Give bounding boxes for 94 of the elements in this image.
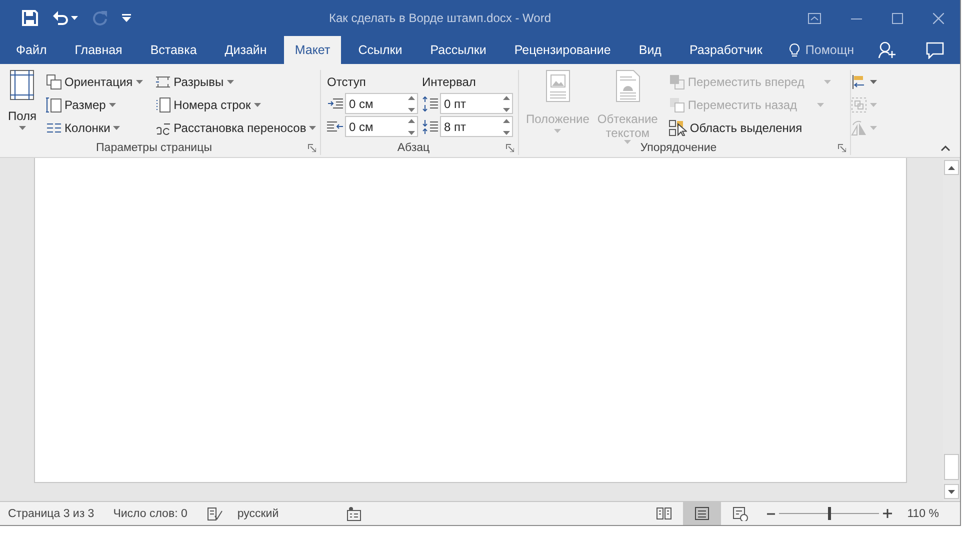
- ribbon-tab[interactable]: Разработчик: [678, 36, 774, 64]
- dialog-launcher-icon[interactable]: [506, 144, 514, 152]
- down-arrow-icon: [948, 490, 955, 494]
- ribbon-tab[interactable]: Вставка: [139, 36, 208, 64]
- spacing-field[interactable]: 0 пт: [440, 93, 513, 114]
- caret-icon: [254, 103, 261, 107]
- caret-icon: [309, 126, 316, 130]
- word-count[interactable]: Число слов: 0: [113, 508, 188, 520]
- macro-recording-icon[interactable]: [346, 506, 361, 520]
- up-arrow-icon: [948, 166, 955, 170]
- ribbon-tab[interactable]: Макет: [284, 36, 342, 64]
- caret-icon: [870, 126, 878, 130]
- tell-me-field[interactable]: Помощн: [783, 36, 860, 64]
- share-person-icon[interactable]: [878, 41, 896, 59]
- columns-button[interactable]: Колонки: [44, 118, 145, 138]
- print-layout-button[interactable]: [683, 502, 722, 525]
- ribbon-tab[interactable]: Ссылки: [347, 36, 414, 64]
- spin-arrows-icon[interactable]: [408, 96, 415, 112]
- ribbon-tab[interactable]: Файл: [5, 36, 58, 64]
- size-button[interactable]: Размер: [44, 95, 145, 115]
- indent-field[interactable]: 0 см: [345, 93, 418, 114]
- indent-field[interactable]: 0 см: [345, 116, 418, 137]
- rotate-icon: [851, 120, 868, 136]
- zoom-in-icon[interactable]: [883, 509, 892, 518]
- orientation-icon: [46, 74, 62, 90]
- web-page-icon: [732, 506, 748, 521]
- line-numbers-icon: [154, 97, 171, 113]
- ribbon-tab[interactable]: Рецензирование: [503, 36, 622, 64]
- ribbon-tab[interactable]: Дизайн: [214, 36, 278, 64]
- caret-icon: [870, 103, 878, 107]
- margins-icon: [10, 70, 34, 100]
- group-label: Упорядочение: [640, 142, 717, 154]
- spin-arrows-icon[interactable]: [503, 96, 510, 112]
- scroll-up-button[interactable]: [944, 160, 959, 175]
- group-icon: [851, 97, 868, 113]
- breaks-button[interactable]: Разрывы: [152, 72, 318, 92]
- selection-pane-icon: [668, 120, 687, 136]
- caret-icon: [113, 126, 120, 130]
- field-label: Отступ: [327, 75, 366, 89]
- hyphenation-button[interactable]: Расстановка переносов: [152, 118, 318, 138]
- caret-icon: [554, 129, 562, 133]
- spacing-before-icon: [422, 96, 438, 112]
- bring-forward-icon: [668, 74, 685, 90]
- caret-icon: [817, 103, 824, 107]
- spacing-field[interactable]: 8 пт: [440, 116, 513, 137]
- caret-icon: [870, 80, 878, 84]
- comment-icon[interactable]: [926, 42, 944, 58]
- caret-icon: [136, 80, 143, 84]
- caret-icon: [18, 126, 26, 130]
- caret-icon: [71, 16, 78, 20]
- page-lines-icon: [694, 506, 710, 521]
- margins-button[interactable]: Поля: [4, 70, 40, 141]
- dialog-launcher-icon[interactable]: [838, 144, 846, 152]
- size-icon: [46, 97, 62, 113]
- ribbon-options-icon[interactable]: [808, 12, 821, 24]
- field-label: Интервал: [422, 75, 476, 89]
- scroll-thumb[interactable]: [944, 454, 959, 480]
- ribbon-tab[interactable]: Главная: [64, 36, 134, 64]
- zoom-thumb[interactable]: [828, 507, 832, 520]
- proofing-icon[interactable]: [207, 506, 224, 520]
- wrap-page-icon: [616, 70, 640, 102]
- lightbulb-icon: [789, 42, 800, 58]
- undo-icon[interactable]: [52, 10, 68, 26]
- ribbon-tab[interactable]: Вид: [628, 36, 672, 64]
- spacing-after-icon: [422, 118, 438, 134]
- page-count[interactable]: Страница 3 из 3: [8, 508, 94, 520]
- close-icon[interactable]: [933, 12, 944, 24]
- save-icon[interactable]: [22, 10, 38, 26]
- spin-arrows-icon[interactable]: [408, 118, 415, 134]
- line-numbers-button[interactable]: Номера строк: [152, 95, 318, 115]
- picture-page-icon: [546, 70, 570, 102]
- caret-icon: [108, 103, 116, 107]
- indent-left-icon: [327, 96, 343, 112]
- selection-pane-button[interactable]: Область выделения: [666, 118, 834, 138]
- group-label: Абзац: [397, 142, 430, 154]
- maximize-icon[interactable]: [892, 12, 903, 24]
- window-title: Как сделать в Ворде штамп.docx - Word: [328, 11, 552, 25]
- customize-icon[interactable]: [122, 14, 131, 22]
- collapse-ribbon-icon[interactable]: [941, 145, 950, 151]
- ribbon-tab[interactable]: Рассылки: [419, 36, 498, 64]
- breaks-icon: [154, 74, 171, 90]
- dialog-launcher-icon[interactable]: [308, 144, 316, 152]
- caret-icon: [824, 80, 832, 84]
- language-indicator[interactable]: русский: [237, 508, 279, 520]
- group-label: Параметры страницы: [96, 142, 212, 154]
- zoom-level[interactable]: 110 %: [907, 508, 939, 520]
- spin-arrows-icon[interactable]: [503, 118, 510, 134]
- orientation-button[interactable]: Ориентация: [44, 72, 145, 92]
- scroll-down-button[interactable]: [944, 484, 959, 499]
- open-book-icon: [656, 506, 672, 521]
- send-backward-icon: [668, 97, 685, 113]
- indent-right-icon: [327, 118, 343, 134]
- caret-icon: [226, 80, 234, 84]
- caret-icon: [624, 140, 632, 144]
